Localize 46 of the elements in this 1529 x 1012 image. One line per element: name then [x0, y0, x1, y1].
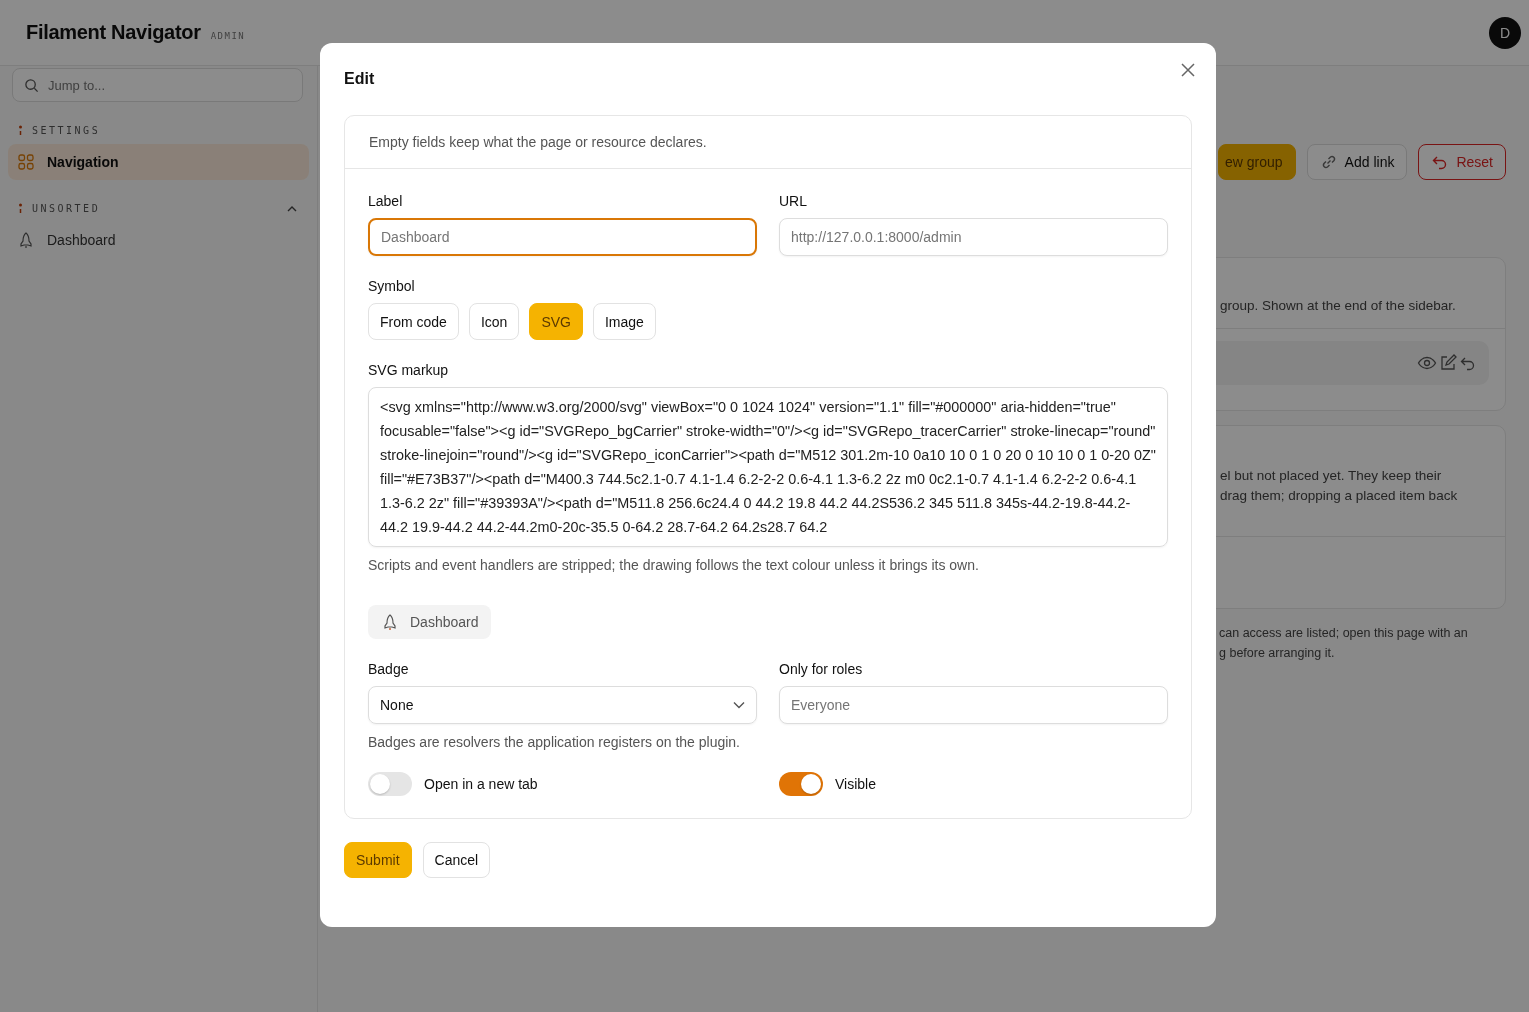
close-icon — [1180, 61, 1196, 78]
group-title: UNSORTED — [32, 202, 102, 214]
user-avatar[interactable]: D — [1489, 16, 1521, 49]
grid-icon — [18, 154, 34, 170]
symbol-option[interactable]: Icon — [468, 303, 520, 340]
field-label: Only for roles — [779, 661, 864, 677]
help-text: Scripts and event handlers are stripped; the drawing follows the text colour unless it brings its own. — [368, 556, 980, 575]
svg-markup-field[interactable]: <svg xmlns="http://www.w3.org/2000/svg" viewBox="0 0 1024 1024" version="1.1" fill="#000000" aria-hidden="true" focusable="false"><g id="SVGRepo_bgCarrier" stroke-width="0"/><g id="SVGRepo_tracerCarrier" stroke-linecap="round" stroke-linejoin="round"/><g id="SVGRepo_iconCarrier"><path d="M512 301.2m-10 0a10 10 0 1 0 20 0 10 10 0 1 0-20 0Z" fill="#E73B37"/><path d="M400.3 744.5c2.1-0.7 4.1-1.4 6.2-2-2 0.6-4.1 1.3-6.2 2z m0 0c2.1-0.7 4.1-1.4 6.2-2-2 0.6-4.1 1.3-6.2 2z" fill="#39393A"/><path d="M511.8 256.6c24.4 0 44.2 19.8 44.2 44.2S536.2 345 511.8 345s-44.2-19.8-44.2-44.2 19.9-44.2 44.2-44.2m0-20c-35.5 0-64.2 28.7-64.2 64.2s28.7 64.2 — [368, 387, 1168, 547]
field-label: Label — [368, 193, 404, 209]
symbol-option[interactable]: Image — [592, 303, 656, 340]
roles-field[interactable]: Everyone — [779, 686, 1168, 724]
chevron-icon — [733, 701, 745, 709]
panel-label: ADMIN — [210, 31, 246, 41]
field-label: Badge — [368, 661, 410, 677]
eye-icon[interactable] — [1417, 355, 1437, 371]
dialog-title: Edit — [344, 70, 375, 88]
edit-icon[interactable] — [1439, 354, 1457, 372]
toggle-switch[interactable] — [779, 772, 823, 796]
intro-text: Empty fields keep what the page or resource declares. — [345, 116, 1191, 169]
symbol-option[interactable]: SVG — [529, 303, 583, 340]
footer-text: can access are listed; open this page with an g before arranging it. — [1218, 625, 1469, 662]
group-mark-icon — [18, 202, 23, 214]
form-button[interactable]: Submit — [344, 842, 412, 878]
search-field[interactable]: Jump to... — [12, 68, 303, 102]
action-button[interactable]: Reset — [1418, 144, 1506, 180]
search-icon — [24, 78, 39, 93]
chevron-icon[interactable] — [287, 204, 297, 212]
group-mark-icon — [18, 124, 23, 136]
group-title: SETTINGS — [32, 124, 102, 136]
brand-name: Filament Navigator — [26, 21, 201, 44]
label-field[interactable]: Dashboard — [368, 218, 757, 256]
sidebar-item[interactable]: Navigation — [8, 144, 309, 180]
help-text: Badges are resolvers the application registers on the plugin. — [368, 733, 741, 752]
badge-select[interactable]: None — [368, 686, 757, 724]
action-button[interactable]: Add link — [1306, 144, 1408, 180]
toggle-switch[interactable] — [368, 772, 412, 796]
symbol-option[interactable]: From code — [368, 303, 459, 340]
field-label: URL — [779, 193, 808, 209]
url-field[interactable]: http://127.0.0.1:8000/admin — [779, 218, 1168, 256]
sidebar-item[interactable]: Dashboard — [8, 222, 309, 258]
toggle-label: Visible — [835, 776, 876, 792]
field-label: SVG markup — [368, 362, 450, 378]
form-button[interactable]: Cancel — [422, 842, 491, 878]
field-label: Symbol — [368, 278, 416, 294]
preview-label: Dashboard — [410, 614, 479, 630]
toggle-label: Open in a new tab — [424, 776, 538, 792]
